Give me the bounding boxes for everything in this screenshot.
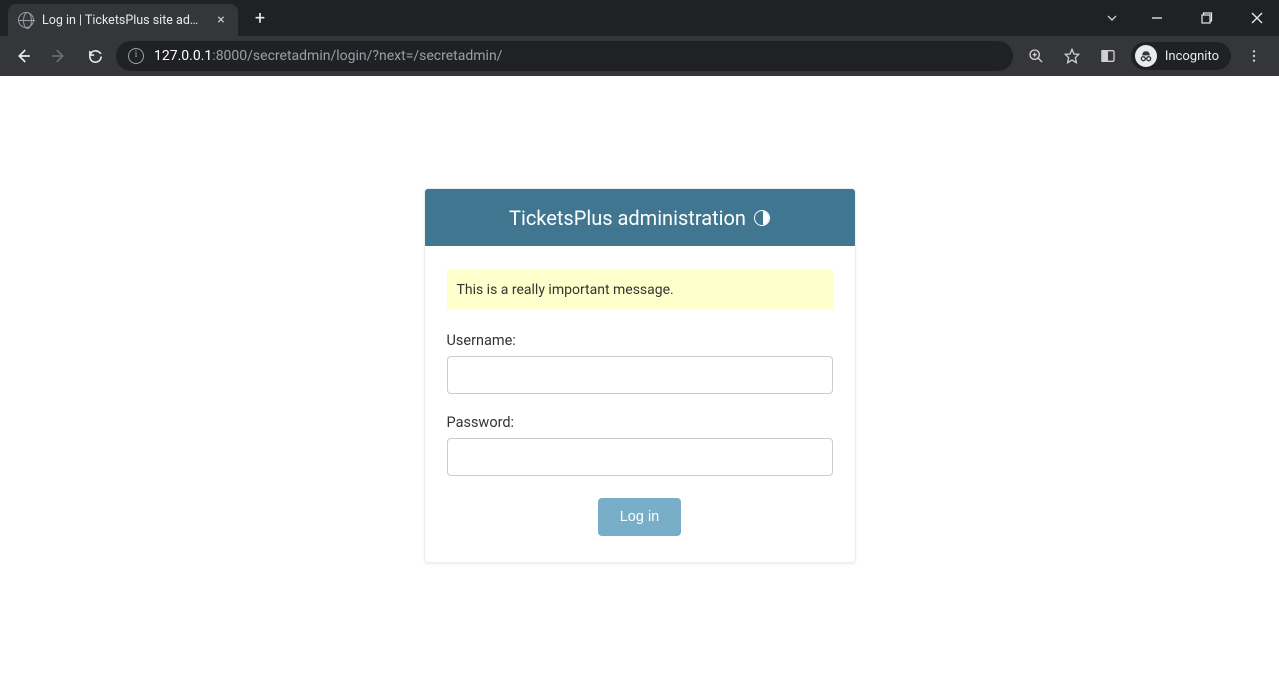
login-card: TicketsPlus administration This is a rea… — [424, 188, 856, 563]
username-input[interactable] — [447, 356, 833, 394]
tab-strip: Log in | TicketsPlus site admin × + — [0, 0, 1279, 36]
bookmark-icon[interactable] — [1055, 41, 1089, 71]
site-info-icon[interactable] — [128, 48, 144, 64]
card-header: TicketsPlus administration — [425, 189, 855, 246]
browser-toolbar: 127.0.0.1:8000/secretadmin/login/?next=/… — [0, 36, 1279, 76]
kebab-menu-icon[interactable] — [1237, 41, 1271, 71]
window-minimize-button[interactable] — [1135, 3, 1179, 33]
zoom-icon[interactable] — [1019, 41, 1053, 71]
url-host: 127.0.0.1 — [154, 48, 212, 64]
reload-button[interactable] — [80, 41, 110, 71]
password-label: Password: — [447, 414, 833, 431]
username-row: Username: — [447, 332, 833, 394]
username-label: Username: — [447, 332, 833, 349]
tab-title: Log in | TicketsPlus site admin — [42, 13, 206, 28]
url-path: :8000/secretadmin/login/?next=/secretadm… — [212, 48, 502, 64]
tab-close-icon[interactable]: × — [214, 13, 228, 27]
globe-icon — [18, 12, 34, 28]
window-maximize-button[interactable] — [1185, 3, 1229, 33]
password-input[interactable] — [447, 438, 833, 476]
window-close-button[interactable] — [1235, 3, 1279, 33]
incognito-icon — [1135, 45, 1157, 67]
submit-row: Log in — [447, 498, 833, 536]
toolbar-right-icons: Incognito — [1019, 41, 1271, 71]
page-viewport: TicketsPlus administration This is a rea… — [0, 76, 1279, 700]
address-bar[interactable]: 127.0.0.1:8000/secretadmin/login/?next=/… — [116, 41, 1013, 71]
tab-search-icon[interactable] — [1095, 10, 1129, 26]
browser-chrome: Log in | TicketsPlus site admin × + — [0, 0, 1279, 76]
url-text: 127.0.0.1:8000/secretadmin/login/?next=/… — [154, 48, 502, 64]
browser-tab[interactable]: Log in | TicketsPlus site admin × — [8, 4, 238, 36]
incognito-indicator[interactable]: Incognito — [1131, 42, 1231, 70]
forward-button[interactable] — [44, 41, 74, 71]
side-panel-icon[interactable] — [1091, 41, 1125, 71]
window-controls — [1095, 0, 1279, 36]
login-button[interactable]: Log in — [598, 498, 682, 536]
theme-toggle-icon[interactable] — [754, 210, 770, 226]
new-tab-button[interactable]: + — [246, 4, 274, 32]
back-button[interactable] — [8, 41, 38, 71]
password-row: Password: — [447, 414, 833, 476]
header-title: TicketsPlus administration — [509, 206, 746, 230]
admin-message: This is a really important message. — [447, 270, 833, 310]
incognito-label: Incognito — [1165, 49, 1219, 64]
card-body: This is a really important message. User… — [425, 246, 855, 562]
